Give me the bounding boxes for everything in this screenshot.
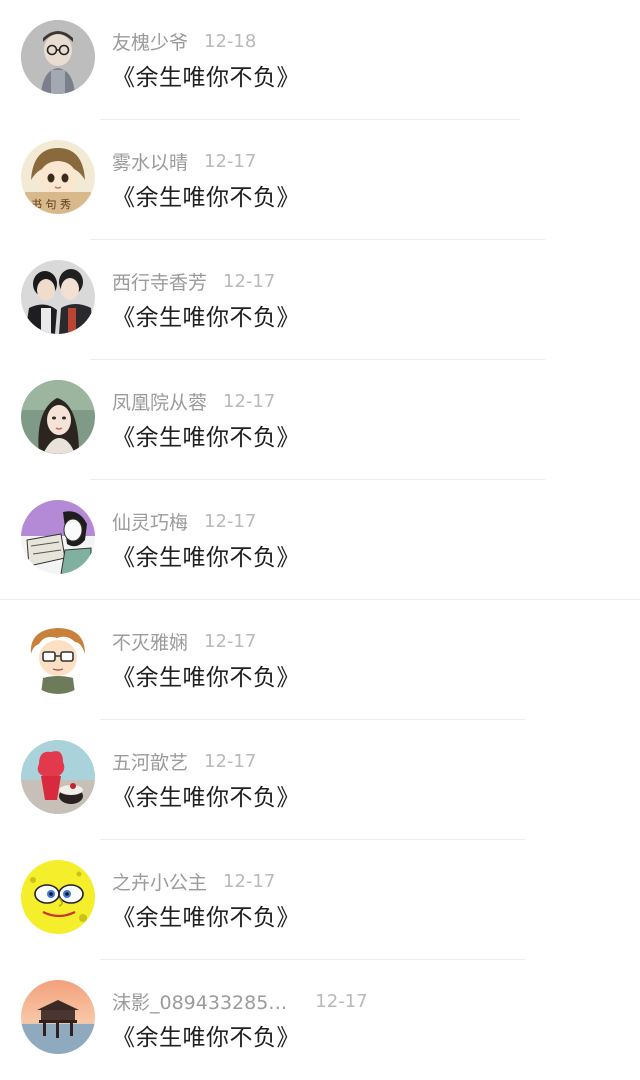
sunset-pier-avatar-icon[interactable] — [21, 980, 95, 1054]
username[interactable]: 雾水以晴 — [112, 148, 188, 175]
comment-item[interactable]: 沫影_089433285… 12-17 《余生唯你不负》 — [0, 960, 640, 1080]
cartoon-girl-avatar-icon[interactable]: 书 句 秀 — [21, 140, 95, 214]
timestamp: 12-17 — [204, 630, 257, 652]
comment-item[interactable]: 之卉小公主 12-17 《余生唯你不负》 — [0, 840, 640, 960]
username[interactable]: 友槐少爷 — [112, 28, 188, 55]
comment-text: 《余生唯你不负》 — [112, 545, 300, 571]
comment-item[interactable]: 不灭雅娴 12-17 《余生唯你不负》 — [0, 600, 640, 720]
timestamp: 12-17 — [204, 150, 257, 172]
username[interactable]: 五河歆艺 — [112, 748, 188, 775]
username[interactable]: 凤凰院从蓉 — [112, 388, 207, 415]
timestamp: 12-17 — [315, 990, 368, 1012]
timestamp: 12-18 — [204, 30, 257, 52]
comment-text: 《余生唯你不负》 — [112, 305, 300, 331]
comment-text: 《余生唯你不负》 — [112, 1025, 300, 1051]
comment-text: 《余生唯你不负》 — [112, 65, 300, 91]
comment-text: 《余生唯你不负》 — [112, 785, 300, 811]
comment-text: 《余生唯你不负》 — [112, 185, 300, 211]
comment-item[interactable]: 书 句 秀 雾水以晴 12-17 《余生唯你不负》 — [0, 120, 640, 240]
child-with-glasses-avatar-icon[interactable] — [21, 20, 95, 94]
comment-meta: 不灭雅娴 12-17 — [112, 628, 256, 654]
comment-meta: 西行寺香芳 12-17 — [112, 268, 275, 294]
timestamp: 12-17 — [223, 390, 276, 412]
comic-sketch-avatar-icon[interactable] — [21, 500, 95, 574]
comment-item[interactable]: 西行寺香芳 12-17 《余生唯你不负》 — [0, 240, 640, 360]
comment-meta: 五河歆艺 12-17 — [112, 748, 256, 774]
timestamp: 12-17 — [204, 750, 257, 772]
cartoon-boy-glasses-avatar-icon[interactable] — [21, 620, 95, 694]
comment-item[interactable]: 凤凰院从蓉 12-17 《余生唯你不负》 — [0, 360, 640, 480]
comment-text: 《余生唯你不负》 — [112, 425, 300, 451]
username[interactable]: 仙灵巧梅 — [112, 508, 188, 535]
sponge-cartoon-avatar-icon[interactable] — [21, 860, 95, 934]
comment-text: 《余生唯你不负》 — [112, 905, 300, 931]
comment-text: 《余生唯你不负》 — [112, 665, 300, 691]
comment-meta: 雾水以晴 12-17 — [112, 148, 256, 174]
comment-meta: 仙灵巧梅 12-17 — [112, 508, 256, 534]
timestamp: 12-17 — [223, 870, 276, 892]
comment-meta: 之卉小公主 12-17 — [112, 868, 275, 894]
username[interactable]: 沫影_089433285… — [112, 988, 287, 1015]
comment-meta: 友槐少爷 12-18 — [112, 28, 256, 54]
comment-item[interactable]: 五河歆艺 12-17 《余生唯你不负》 — [0, 720, 640, 840]
timestamp: 12-17 — [223, 270, 276, 292]
comment-item[interactable]: 友槐少爷 12-18 《余生唯你不负》 — [0, 0, 640, 120]
two-boys-avatar-icon[interactable] — [21, 260, 95, 334]
comment-meta: 沫影_089433285… 12-17 — [112, 988, 368, 1014]
comment-meta: 凤凰院从蓉 12-17 — [112, 388, 275, 414]
comment-list: 友槐少爷 12-18 《余生唯你不负》 书 句 秀 雾水以晴 12-17 《余生… — [0, 0, 640, 1072]
comment-item[interactable]: 仙灵巧梅 12-17 《余生唯你不负》 — [0, 480, 640, 600]
username[interactable]: 不灭雅娴 — [112, 628, 188, 655]
username[interactable]: 之卉小公主 — [112, 868, 207, 895]
username[interactable]: 西行寺香芳 — [112, 268, 207, 295]
dessert-avatar-icon[interactable] — [21, 740, 95, 814]
girl-portrait-avatar-icon[interactable] — [21, 380, 95, 454]
timestamp: 12-17 — [204, 510, 257, 532]
svg-text:书 句 秀: 书 句 秀 — [31, 198, 71, 211]
